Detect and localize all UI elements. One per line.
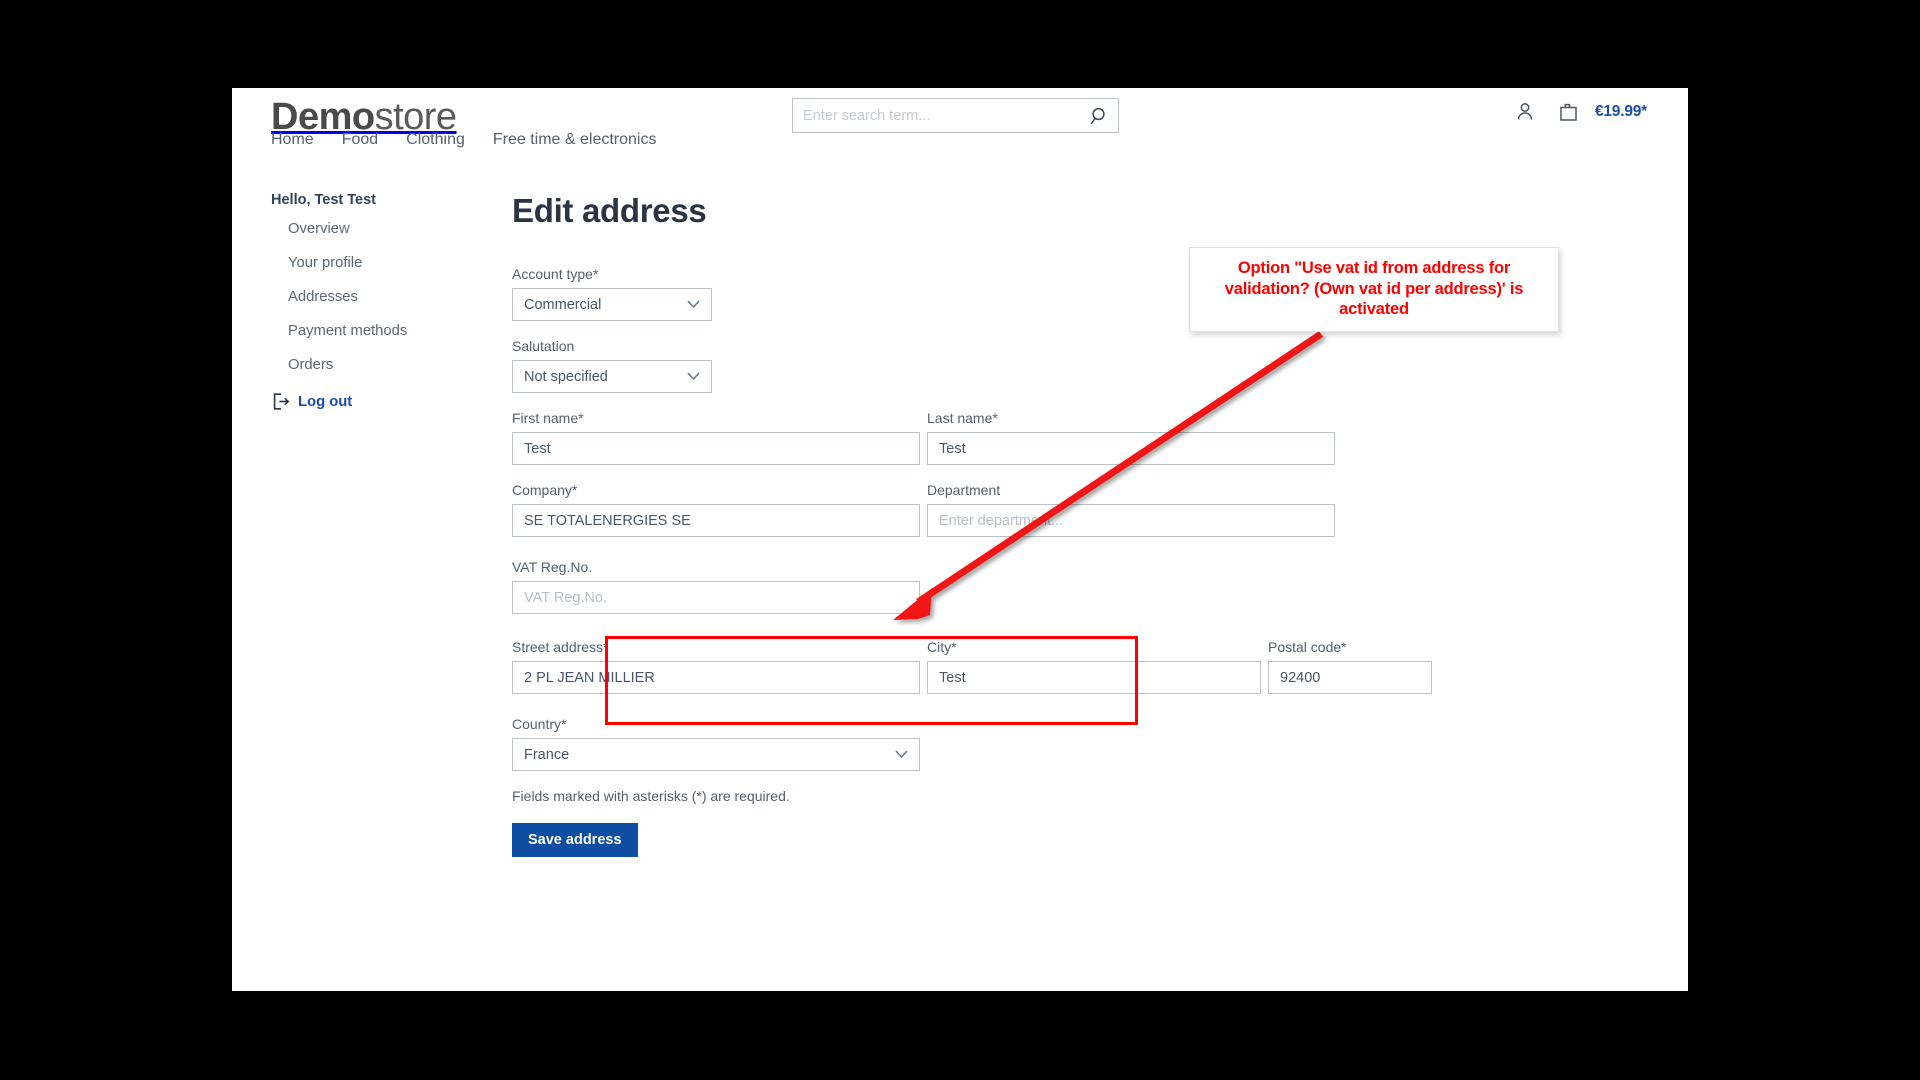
company-input[interactable]	[512, 504, 920, 537]
department-field: Department	[927, 482, 1335, 537]
user-icon	[1517, 103, 1533, 120]
salutation-field: Salutation	[512, 338, 712, 393]
address-row: Street address* City* Postal code*	[512, 639, 1632, 694]
country-select-wrap	[512, 738, 920, 771]
country-field: Country*	[512, 716, 920, 771]
salutation-label: Salutation	[512, 338, 575, 354]
main-navigation: Home Food Clothing Free time & electroni…	[271, 131, 656, 149]
account-type-label: Account type*	[512, 266, 599, 282]
sidebar-item-addresses[interactable]: Addresses	[288, 289, 521, 305]
search-bar	[792, 98, 1119, 133]
sidebar-item-orders[interactable]: Orders	[288, 357, 521, 373]
cart-button[interactable]	[1557, 100, 1581, 124]
row-spacer	[920, 639, 927, 694]
nav-item-free-time[interactable]: Free time & electronics	[493, 131, 657, 149]
account-button[interactable]	[1513, 100, 1537, 124]
sidebar-item-overview[interactable]: Overview	[288, 221, 521, 237]
logout-label: Log out	[298, 393, 353, 410]
vat-input[interactable]	[512, 581, 920, 614]
search-input[interactable]	[793, 99, 1073, 132]
first-name-input[interactable]	[512, 432, 920, 465]
street-label: Street address*	[512, 639, 609, 655]
salutation-select[interactable]	[512, 360, 712, 393]
row-spacer	[920, 410, 927, 465]
postal-code-input[interactable]	[1268, 661, 1432, 694]
account-sidebar: Hello, Test Test Overview Your profile A…	[271, 192, 521, 412]
greeting-text: Hello, Test Test	[271, 192, 377, 208]
annotation-text: Option "Use vat id from address for vali…	[1224, 259, 1524, 319]
account-type-select-wrap	[512, 288, 712, 321]
row-spacer	[920, 482, 927, 537]
postal-code-field: Postal code*	[1268, 639, 1432, 694]
street-input[interactable]	[512, 661, 920, 694]
nav-item-clothing[interactable]: Clothing	[406, 131, 465, 149]
name-row: First name* Last name*	[512, 410, 1632, 465]
cart-total: €19.99*	[1594, 103, 1647, 120]
salutation-select-wrap	[512, 360, 712, 393]
postal-code-label: Postal code*	[1268, 639, 1347, 655]
city-input[interactable]	[927, 661, 1261, 694]
account-type-select[interactable]	[512, 288, 712, 321]
last-name-field: Last name*	[927, 410, 1335, 465]
search-icon	[1090, 107, 1105, 125]
first-name-field: First name*	[512, 410, 920, 465]
company-row: Company* Department	[512, 482, 1632, 537]
header-actions: €19.99*	[1513, 100, 1647, 124]
account-type-field: Account type*	[512, 266, 712, 321]
required-fields-hint: Fields marked with asterisks (*) are req…	[512, 788, 790, 804]
city-field: City*	[927, 639, 1261, 694]
country-select[interactable]	[512, 738, 920, 771]
annotation-callout: Option "Use vat id from address for vali…	[1189, 247, 1559, 332]
nav-item-food[interactable]: Food	[342, 131, 378, 149]
department-input[interactable]	[927, 504, 1335, 537]
logout-button[interactable]: Log out	[271, 391, 352, 412]
first-name-label: First name*	[512, 410, 584, 426]
row-spacer	[1261, 639, 1268, 694]
last-name-input[interactable]	[927, 432, 1335, 465]
last-name-label: Last name*	[927, 410, 998, 426]
street-field: Street address*	[512, 639, 920, 694]
shopping-bag-icon	[1560, 103, 1577, 121]
page-title: Edit address	[512, 192, 707, 229]
search-button[interactable]	[1086, 102, 1114, 130]
company-field: Company*	[512, 482, 920, 537]
site-header: Demostore Enter search term... €19.99*	[232, 88, 1688, 168]
sidebar-item-payment-methods[interactable]: Payment methods	[288, 323, 521, 339]
vat-label: VAT Reg.No.	[512, 559, 593, 575]
sidebar-item-your-profile[interactable]: Your profile	[288, 255, 521, 271]
logout-icon	[273, 393, 290, 410]
screenshot-stage: Demostore Enter search term... €19.99* H…	[0, 0, 1920, 1080]
department-label: Department	[927, 482, 1001, 498]
nav-item-home[interactable]: Home	[271, 131, 314, 149]
vat-field: VAT Reg.No.	[512, 559, 920, 614]
save-address-button[interactable]: Save address	[512, 823, 638, 857]
country-label: Country*	[512, 716, 567, 732]
company-label: Company*	[512, 482, 578, 498]
city-label: City*	[927, 639, 957, 655]
browser-page: Demostore Enter search term... €19.99* H…	[232, 88, 1688, 991]
